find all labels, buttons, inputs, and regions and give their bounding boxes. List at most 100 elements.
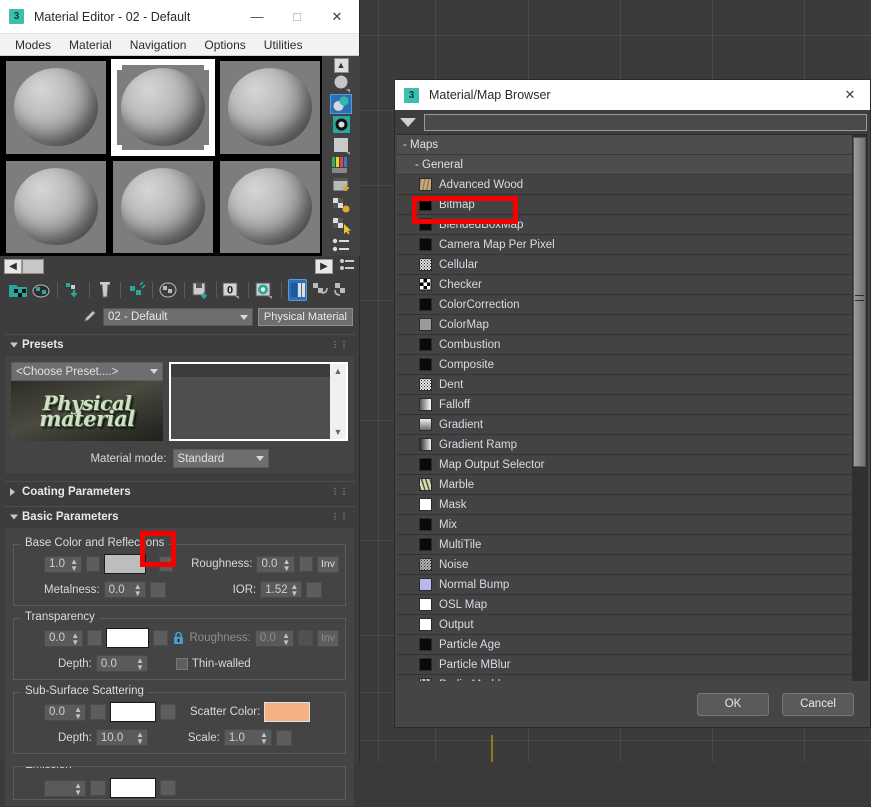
spinner-arrows-icon[interactable]: ▲ ▼ <box>71 631 79 646</box>
show-shaded-material-in-viewport-icon[interactable] <box>255 279 275 301</box>
map-item-checker[interactable]: Checker <box>397 275 852 295</box>
roughness-map-button[interactable] <box>298 556 313 572</box>
roughness-spinner[interactable]: 0.0 ▲ ▼ <box>256 555 295 573</box>
pick-material-icon[interactable] <box>80 308 98 326</box>
material-name-combo[interactable]: 02 - Default <box>103 308 253 326</box>
browser-close-button[interactable]: ✕ <box>830 79 870 111</box>
go-to-parent-icon[interactable] <box>310 279 329 301</box>
show-end-result-icon[interactable] <box>288 279 308 301</box>
choose-preset-dropdown[interactable]: <Choose Preset....> <box>11 362 163 381</box>
close-button[interactable]: ✕ <box>317 1 357 33</box>
minimize-button[interactable]: — <box>237 1 277 33</box>
background-icon[interactable] <box>330 115 352 134</box>
spinner-arrows-icon[interactable]: ▲ ▼ <box>74 705 82 720</box>
material-id-channel-icon[interactable] <box>339 258 355 275</box>
video-color-check-icon[interactable] <box>330 156 352 175</box>
sample-slot-1[interactable] <box>4 59 108 156</box>
base-color-map-button[interactable] <box>158 556 174 572</box>
map-item-particle-mblur[interactable]: Particle MBlur <box>397 655 852 675</box>
map-item-particle-age[interactable]: Particle Age <box>397 635 852 655</box>
spinner-arrows-icon[interactable]: ▲ ▼ <box>260 731 268 746</box>
spinner-arrows-icon[interactable]: ▲ ▼ <box>283 557 291 572</box>
coating-parameters-header[interactable]: Coating Parameters ⋮⋮ <box>4 481 355 502</box>
ok-button[interactable]: OK <box>697 692 769 716</box>
sss-depth-spinner[interactable]: 10.0 ▲ ▼ <box>95 729 148 746</box>
base-color-swatch[interactable] <box>104 554 146 574</box>
thin-walled-checkbox[interactable] <box>175 657 188 670</box>
spinner-arrows-icon[interactable]: ▲ ▼ <box>136 657 144 672</box>
emission-amount-spinner[interactable]: ▲ ▼ <box>44 779 86 797</box>
map-item-combustion[interactable]: Combustion <box>397 335 852 355</box>
roughness-invert-button[interactable]: Inv <box>316 555 339 573</box>
basic-parameters-header[interactable]: Basic Parameters ⋮⋮ <box>4 506 355 527</box>
emission-color-swatch[interactable] <box>110 778 156 798</box>
preset-list-scrollbar[interactable]: ▲ ▼ <box>330 364 346 439</box>
map-item-gradient-ramp[interactable]: Gradient Ramp <box>397 435 852 455</box>
sss-amount-map-button[interactable] <box>90 704 106 720</box>
group-general[interactable]: - General <box>397 155 852 175</box>
map-item-map-output-selector[interactable]: Map Output Selector <box>397 455 852 475</box>
group-maps[interactable]: - Maps <box>397 135 852 155</box>
map-item-cellular[interactable]: Cellular <box>397 255 852 275</box>
menu-utilities[interactable]: Utilities <box>255 36 312 54</box>
sample-slot-5[interactable] <box>111 158 215 255</box>
emission-amount-map-button[interactable] <box>90 780 106 796</box>
select-by-material-icon[interactable] <box>330 216 352 235</box>
browser-scrollbar[interactable] <box>852 135 868 681</box>
slot-scroll-right-button[interactable]: ▶ <box>315 258 333 274</box>
transparency-amount-spinner[interactable]: 0.0 ▲ ▼ <box>44 629 84 647</box>
map-item-dent[interactable]: Dent <box>397 375 852 395</box>
slot-scroll-track[interactable] <box>22 258 44 274</box>
menu-navigation[interactable]: Navigation <box>121 36 196 54</box>
assign-material-to-selection-icon[interactable] <box>64 279 83 301</box>
scrollbar-thumb[interactable] <box>853 137 866 467</box>
scroll-down-icon[interactable]: ▼ <box>334 427 343 437</box>
make-unique-icon[interactable] <box>159 279 178 301</box>
map-item-osl-map[interactable]: OSL Map <box>397 595 852 615</box>
base-color-weight-map-button[interactable] <box>86 556 101 572</box>
base-color-weight-spinner[interactable]: 1.0 ▲ ▼ <box>44 555 83 573</box>
material-mode-dropdown[interactable]: Standard <box>172 449 269 468</box>
transparency-color-map-button[interactable] <box>152 630 168 646</box>
scroll-up-icon[interactable]: ▲ <box>334 366 343 376</box>
transparency-color-swatch[interactable] <box>106 628 149 648</box>
menu-modes[interactable]: Modes <box>6 36 60 54</box>
make-material-copy-icon[interactable] <box>127 279 146 301</box>
map-item-noise[interactable]: Noise <box>397 555 852 575</box>
sss-scale-spinner[interactable]: 1.0 ▲ ▼ <box>223 729 272 746</box>
menu-material[interactable]: Material <box>60 36 121 54</box>
sample-slot-3[interactable] <box>218 59 322 156</box>
material-id-channel-icon[interactable] <box>330 237 352 256</box>
backlight-icon[interactable] <box>330 94 352 115</box>
scatter-color-swatch[interactable] <box>264 702 311 722</box>
sample-slot-4[interactable] <box>4 158 108 255</box>
preset-list-box[interactable]: ▲ ▼ <box>169 362 348 441</box>
map-item-camera-map-per-pixel[interactable]: Camera Map Per Pixel <box>397 235 852 255</box>
spinner-arrows-icon[interactable]: ▲ ▼ <box>134 583 142 598</box>
ior-map-button[interactable] <box>306 581 323 598</box>
map-item-colormap[interactable]: ColorMap <box>397 315 852 335</box>
get-material-icon[interactable] <box>8 279 28 301</box>
material-effects-channel-icon[interactable]: 0 <box>222 279 242 301</box>
sample-slot-6[interactable] <box>218 158 322 255</box>
options-icon[interactable] <box>330 196 352 215</box>
put-to-library-icon[interactable] <box>191 279 210 301</box>
map-item-mix[interactable]: Mix <box>397 515 852 535</box>
transparency-amount-map-button[interactable] <box>87 630 103 646</box>
cancel-button[interactable]: Cancel <box>782 692 854 716</box>
map-item-falloff[interactable]: Falloff <box>397 395 852 415</box>
map-item-advanced-wood[interactable]: Advanced Wood <box>397 175 852 195</box>
spinner-arrows-icon[interactable]: ▲ ▼ <box>136 731 144 746</box>
material-type-button[interactable]: Physical Material <box>257 308 353 326</box>
metalness-spinner[interactable]: 0.0 ▲ ▼ <box>103 581 146 598</box>
spinner-arrows-icon[interactable]: ▲ ▼ <box>70 557 78 572</box>
map-item-bitmap[interactable]: Bitmap <box>397 195 852 215</box>
sample-type-icon[interactable] <box>330 74 352 93</box>
sss-scale-map-button[interactable] <box>275 729 292 746</box>
sss-color-swatch[interactable] <box>110 702 156 722</box>
maximize-button[interactable]: □ <box>277 1 317 33</box>
sample-slot-2[interactable] <box>111 59 215 156</box>
sss-amount-spinner[interactable]: 0.0 ▲ ▼ <box>44 703 86 721</box>
put-material-to-scene-icon[interactable] <box>31 279 51 301</box>
go-forward-to-sibling-icon[interactable] <box>332 279 351 301</box>
